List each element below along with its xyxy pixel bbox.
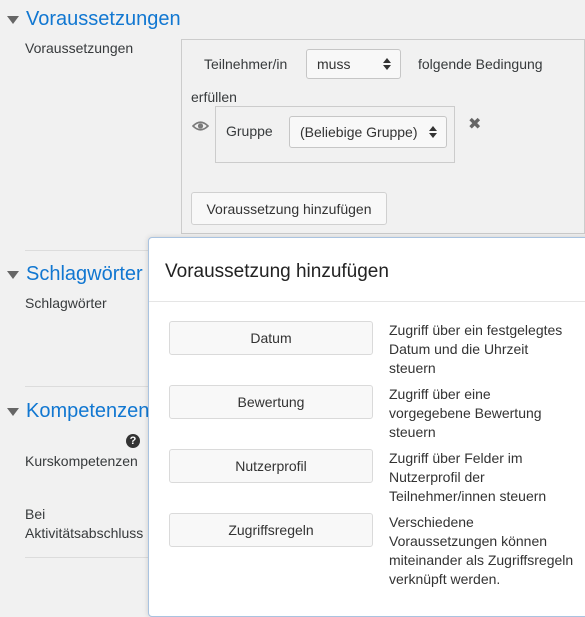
activity-completion-label-line1: Bei [25,506,46,522]
user-profile-restriction-description: Zugriff über Felder im Nutzerprofil der … [389,450,547,504]
caret-down-icon [7,270,19,279]
section-header-tags[interactable]: Schlagwörter [7,263,143,286]
restriction-set-button[interactable]: Zugriffsregeln [169,513,373,547]
tags-field-label: Schlagwörter [25,295,107,311]
restrictions-field-label: Voraussetzungen [25,40,134,56]
select-arrows-icon [383,58,391,70]
restriction-set-description: Verschiedene Voraussetzungen können mite… [389,514,574,587]
eye-icon[interactable] [191,119,210,137]
must-select[interactable]: muss [306,49,401,79]
condition-group: Gruppe (Beliebige Gruppe) [215,106,455,163]
grade-restriction-description: Zugriff über eine vorgegebene Bewertung … [389,386,542,440]
group-select-value: (Beliebige Gruppe) [300,124,418,140]
divider [25,557,148,558]
must-select-value: muss [317,56,351,72]
add-restriction-button[interactable]: Voraussetzung hinzufügen [191,192,387,225]
section-title-restrictions: Voraussetzungen [26,8,181,30]
restriction-set: Teilnehmer/in muss folgende Bedingung er… [181,39,585,234]
divider [25,250,148,251]
condition-text: folgende Bedingung [418,56,543,72]
section-title-tags: Schlagwörter [26,263,143,285]
question-circle-icon[interactable]: ? [126,434,140,448]
group-label: Gruppe [226,123,273,139]
group-select[interactable]: (Beliebige Gruppe) [289,116,447,148]
caret-down-icon [7,15,19,24]
activity-completion-label-line2: Aktivitätsabschluss [25,525,144,541]
date-restriction-button[interactable]: Datum [169,321,373,355]
caret-down-icon [7,407,19,416]
section-header-restrictions[interactable]: Voraussetzungen [7,8,181,31]
participant-label: Teilnehmer/in [204,56,288,72]
close-icon[interactable]: ✖ [468,114,481,134]
user-profile-restriction-button[interactable]: Nutzerprofil [169,449,373,483]
section-title-competencies: Kompetenzen [26,400,150,422]
add-restriction-dialog: Voraussetzung hinzufügen Datum Zugriff ü… [148,237,585,617]
divider [25,386,148,387]
dialog-title: Voraussetzung hinzufügen [165,261,389,282]
date-restriction-description: Zugriff über ein festgelegtes Datum und … [389,322,563,376]
section-header-competencies[interactable]: Kompetenzen [7,400,149,423]
course-competencies-label: Kurskompetenzen [25,453,138,469]
select-arrows-icon [429,126,437,138]
grade-restriction-button[interactable]: Bewertung [169,385,373,419]
dialog-divider [149,301,585,302]
condition-text-continued: erfüllen [191,89,237,105]
